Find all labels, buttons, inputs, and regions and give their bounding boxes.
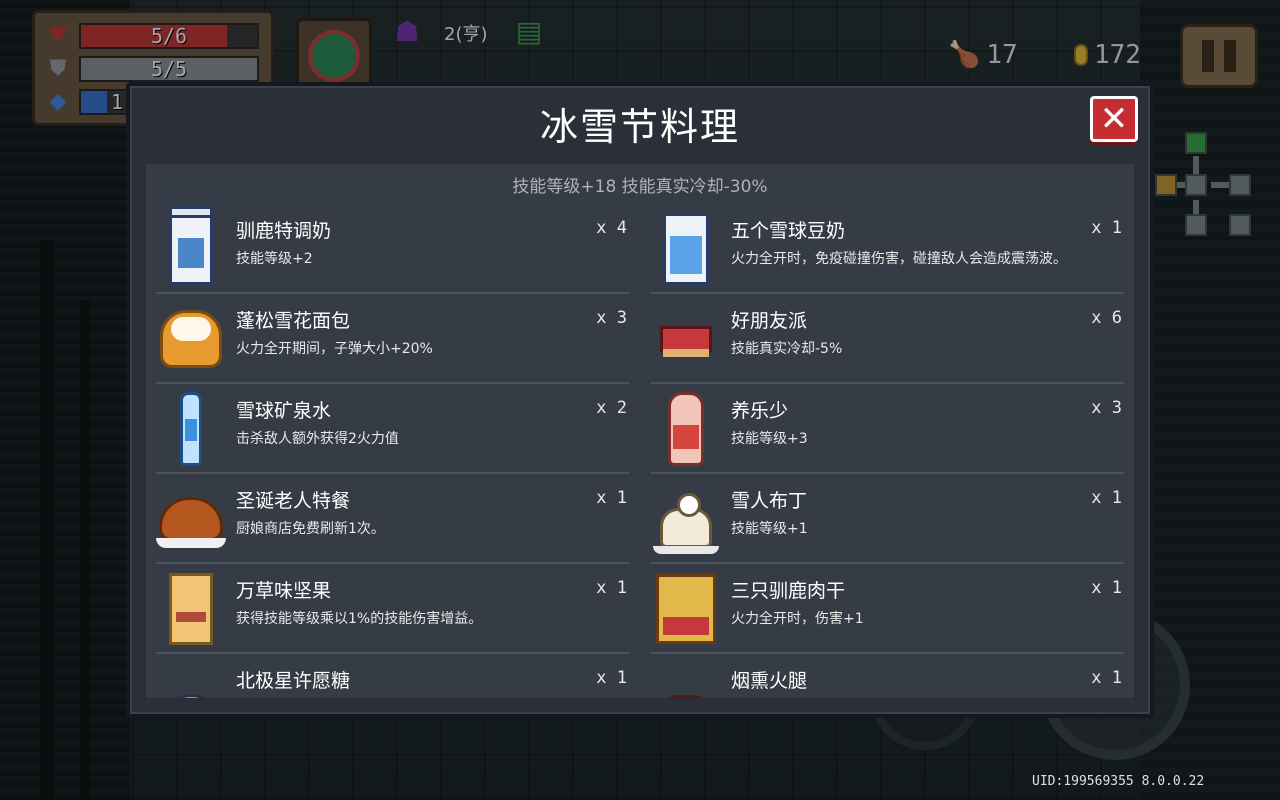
food-item-quantity: x 1: [1091, 218, 1122, 238]
roast-turkey-icon: [156, 480, 226, 558]
wish-candy-icon: [156, 660, 226, 698]
jerky-bag-icon-shape: [656, 574, 716, 644]
pie-icon: [651, 300, 721, 378]
food-item-quantity: x 1: [596, 578, 627, 598]
bread-icon-shape: [160, 310, 222, 368]
effects-summary: 技能等级+18 技能真实冷却-30%: [512, 176, 768, 197]
food-item-name: 北极星许愿糖: [236, 670, 351, 692]
food-item-quantity: x 4: [596, 218, 627, 238]
milk-carton-icon-shape: [169, 206, 213, 285]
food-item-body: 北极星许愿糖: [236, 654, 629, 698]
roast-turkey-icon-shape: [156, 497, 226, 548]
food-item[interactable]: 三只驯鹿肉干 火力全开时，伤害+1 x 1: [651, 564, 1124, 654]
food-item-quantity: x 6: [1091, 308, 1122, 328]
bread-icon: [156, 300, 226, 378]
food-item-body: 三只驯鹿肉干火力全开时，伤害+1: [731, 564, 1124, 629]
food-item-body: 养乐少技能等级+3: [731, 384, 1124, 449]
food-item-description: 技能等级+2: [236, 251, 313, 267]
dialog-title: 冰雪节料理: [539, 105, 740, 149]
smoked-ham-icon-shape: [659, 695, 713, 698]
food-item-name: 五个雪球豆奶: [731, 220, 846, 242]
food-item-description: 技能等级+3: [731, 431, 808, 447]
festival-food-dialog: 冰雪节料理 ✕ 技能等级+18 技能真实冷却-30% 驯鹿特调奶 技能等级+2 x …: [126, 82, 1154, 718]
soy-milk-icon: [651, 210, 721, 288]
yogurt-drink-icon: [651, 390, 721, 468]
food-item-quantity: x 1: [1091, 578, 1122, 598]
food-item[interactable]: 雪人布丁 技能等级+1 x 1: [651, 474, 1124, 564]
nuts-jar-icon: [156, 570, 226, 648]
food-item-description: 击杀敌人额外获得2火力值: [236, 431, 399, 447]
food-item[interactable]: 北极星许愿糖 x 1: [156, 654, 629, 698]
food-item-name: 养乐少: [731, 400, 789, 422]
food-item-description: 技能等级+1: [731, 521, 808, 537]
jerky-bag-icon: [651, 570, 721, 648]
food-list-panel[interactable]: 技能等级+18 技能真实冷却-30% 驯鹿特调奶 技能等级+2 x 4 五个雪球豆奶火…: [144, 162, 1136, 700]
water-bottle-icon: [156, 390, 226, 468]
food-item[interactable]: 五个雪球豆奶 火力全开时，免疫碰撞伤害，碰撞敌人会造成震荡波。 x 1: [651, 204, 1124, 294]
food-item-description: 火力全开时，伤害+1: [731, 611, 864, 627]
nuts-jar-icon-shape: [169, 573, 213, 645]
food-item[interactable]: 蓬松雪花面包 火力全开期间，子弹大小+20% x 3: [156, 294, 629, 384]
food-item-name: 蓬松雪花面包: [236, 310, 351, 332]
food-item-quantity: x 3: [1091, 398, 1122, 418]
food-grid: 驯鹿特调奶 技能等级+2 x 4 五个雪球豆奶 火力全开时，免疫碰撞伤害，碰撞敌人会造成…: [146, 204, 1134, 698]
food-item[interactable]: 雪球矿泉水 击杀敌人额外获得2火力值 x 2: [156, 384, 629, 474]
food-item-body: 蓬松雪花面包火力全开期间，子弹大小+20%: [236, 294, 629, 359]
food-item-name: 三只驯鹿肉干: [731, 580, 846, 602]
food-item-description: 技能真实冷却-5%: [731, 341, 843, 357]
food-item-quantity: x 1: [596, 668, 627, 688]
food-item-quantity: x 1: [1091, 668, 1122, 688]
food-item-body: 雪人布丁技能等级+1: [731, 474, 1124, 539]
soy-milk-icon-shape: [663, 213, 709, 285]
food-item[interactable]: 烟熏火腿 x 1: [651, 654, 1124, 698]
food-item-name: 雪球矿泉水: [236, 400, 332, 422]
food-item[interactable]: 驯鹿特调奶 技能等级+2 x 4: [156, 204, 629, 294]
food-item-body: 烟熏火腿: [731, 654, 1124, 698]
food-item-name: 烟熏火腿: [731, 670, 808, 692]
food-item-body: 雪球矿泉水击杀敌人额外获得2火力值: [236, 384, 629, 449]
food-item-name: 万草味坚果: [236, 580, 332, 602]
food-item[interactable]: 圣诞老人特餐 厨娘商店免费刷新1次。 x 1: [156, 474, 629, 564]
food-item-quantity: x 2: [596, 398, 627, 418]
food-item-name: 圣诞老人特餐: [236, 490, 351, 512]
food-item[interactable]: 养乐少 技能等级+3 x 3: [651, 384, 1124, 474]
smoked-ham-icon: [651, 660, 721, 698]
snowman-pudding-icon-shape: [653, 493, 719, 554]
pie-icon-shape: [660, 326, 712, 357]
close-icon: ✕: [1099, 99, 1129, 139]
food-item-quantity: x 3: [596, 308, 627, 328]
food-item-name: 好朋友派: [731, 310, 808, 332]
food-item-quantity: x 1: [1091, 488, 1122, 508]
food-item-description: 厨娘商店免费刷新1次。: [236, 521, 385, 537]
uid-version: UID:199569355 8.0.0.22: [1032, 774, 1205, 789]
food-item-body: 万草味坚果获得技能等级乘以1%的技能伤害增益。: [236, 564, 629, 629]
food-item-body: 驯鹿特调奶技能等级+2: [236, 204, 629, 269]
snowman-pudding-icon: [651, 480, 721, 558]
milk-carton-top: [169, 206, 213, 218]
food-item-name: 雪人布丁: [731, 490, 808, 512]
milk-carton-icon: [156, 206, 226, 288]
food-item-description: 火力全开时，免疫碰撞伤害，碰撞敌人会造成震荡波。: [731, 251, 1067, 267]
food-item-description: 火力全开期间，子弹大小+20%: [236, 341, 433, 357]
water-bottle-icon-shape: [180, 392, 202, 466]
food-item-quantity: x 1: [596, 488, 627, 508]
food-item-name: 驯鹿特调奶: [236, 220, 332, 242]
close-button[interactable]: ✕: [1090, 96, 1138, 142]
food-item-body: 圣诞老人特餐厨娘商店免费刷新1次。: [236, 474, 629, 539]
yogurt-drink-icon-shape: [668, 392, 704, 466]
food-item-description: 获得技能等级乘以1%的技能伤害增益。: [236, 611, 483, 627]
food-item-body: 五个雪球豆奶火力全开时，免疫碰撞伤害，碰撞敌人会造成震荡波。: [731, 204, 1124, 269]
food-item[interactable]: 万草味坚果 获得技能等级乘以1%的技能伤害增益。 x 1: [156, 564, 629, 654]
wish-candy-icon-shape: [164, 694, 218, 698]
food-item-body: 好朋友派技能真实冷却-5%: [731, 294, 1124, 359]
food-item[interactable]: 好朋友派 技能真实冷却-5% x 6: [651, 294, 1124, 384]
